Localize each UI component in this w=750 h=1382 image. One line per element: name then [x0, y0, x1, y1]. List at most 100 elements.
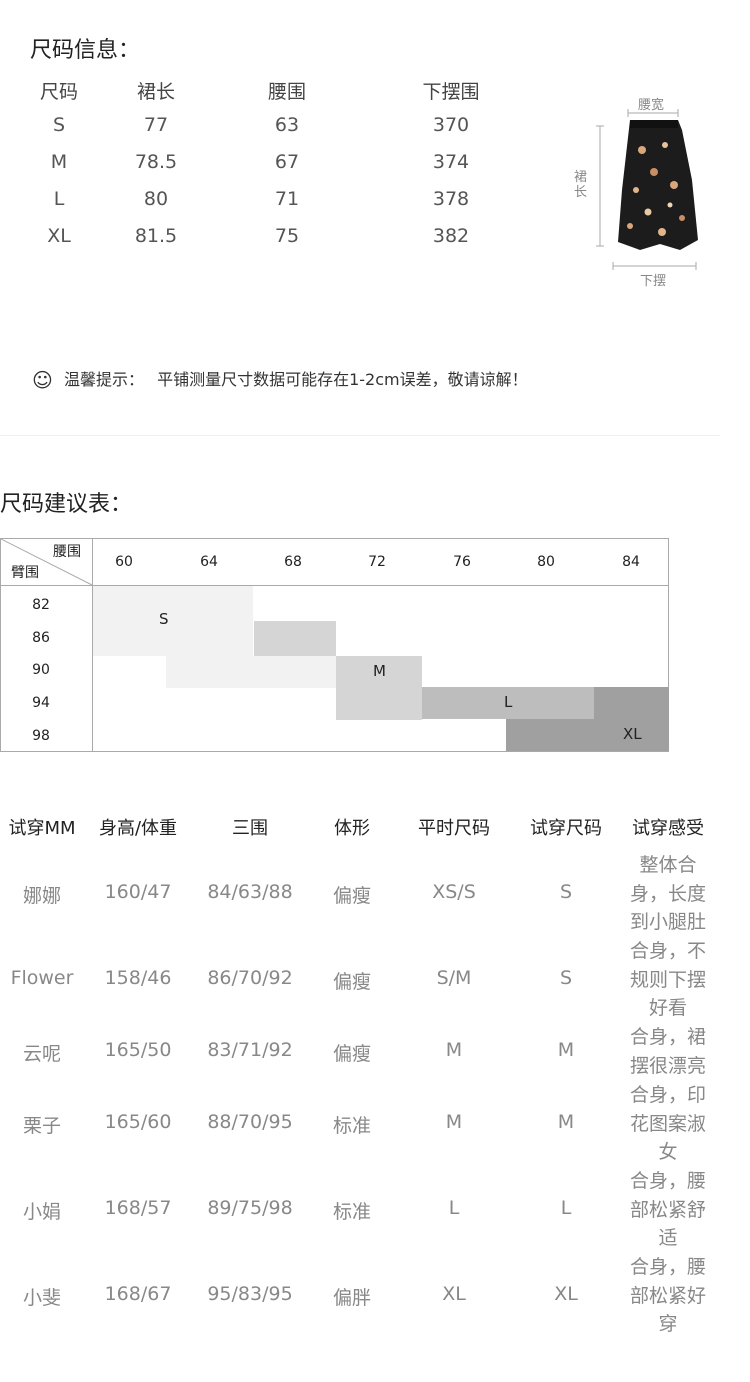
- cell-waist: 75: [274, 225, 300, 247]
- feel-line: 合身，印: [629, 1084, 706, 1106]
- size-label-xl: XL: [623, 725, 642, 743]
- tryon-shape: 偏胖: [332, 1287, 371, 1309]
- tryon-tried: M: [557, 1111, 575, 1133]
- size-label-s: S: [159, 610, 169, 628]
- cell-hem: 374: [432, 151, 470, 173]
- tryon-name: 小娟: [22, 1201, 61, 1223]
- tryon-header-usual: 平时尺码: [418, 818, 490, 839]
- cell-length: 77: [143, 114, 169, 136]
- tryon-header-shape: 体形: [334, 818, 370, 839]
- row-header: 90: [32, 662, 50, 678]
- size-block-s: [93, 586, 253, 656]
- col-header: 76: [453, 554, 471, 570]
- size-block-xl-top: [594, 687, 669, 719]
- cell-size: L: [53, 188, 65, 210]
- row-header: 94: [32, 695, 50, 711]
- cell-size: XL: [47, 225, 71, 247]
- feel-line: 合身，腰: [629, 1170, 706, 1192]
- tryon-name: Flower: [10, 967, 74, 989]
- grid-header: [1, 539, 668, 586]
- col-header: 64: [200, 554, 218, 570]
- cell-waist: 71: [274, 188, 300, 210]
- feel-line: 好看: [648, 997, 687, 1019]
- tryon-name: 小斐: [22, 1287, 61, 1309]
- tryon-feel: 合身，不 规则下摆 好看: [622, 937, 714, 1023]
- tryon-bwh: 83/71/92: [207, 1039, 293, 1061]
- col-header: 84: [622, 554, 640, 570]
- tryon-feel: 合身，印 花图案淑 女: [622, 1081, 714, 1167]
- recommend-title: 尺码建议表：: [0, 492, 133, 517]
- tryon-hw: 160/47: [104, 881, 172, 903]
- feel-line: 穿: [658, 1313, 678, 1335]
- tryon-tried: S: [559, 967, 573, 989]
- cell-hem: 370: [432, 114, 470, 136]
- header-length: 裙长: [136, 81, 175, 103]
- cell-length: 81.5: [134, 225, 178, 247]
- row-header: 82: [32, 597, 50, 613]
- col-header: 68: [284, 554, 302, 570]
- table-row: XL 81.5 75 382: [0, 225, 560, 262]
- feel-line: 整体合: [639, 854, 697, 876]
- feel-line: 部松紧好: [629, 1284, 706, 1307]
- col-header: 72: [368, 554, 386, 570]
- feel-line: 合身，裙: [629, 1026, 706, 1048]
- tryon-tried: S: [559, 881, 573, 903]
- header-waist: 腰围: [267, 81, 306, 103]
- col-header: 80: [537, 554, 555, 570]
- size-recommend-grid: 腰围 臂围 60 64 68 72 76 80 84 82 86 90 94 9…: [0, 538, 669, 752]
- size-info-title: 尺码信息：: [30, 38, 141, 63]
- cell-size: M: [50, 151, 68, 173]
- tryon-bwh: 95/83/95: [207, 1283, 293, 1305]
- tryon-name: 栗子: [22, 1115, 61, 1137]
- tryon-bwh: 88/70/95: [207, 1111, 293, 1133]
- header-hem: 下摆围: [422, 81, 480, 103]
- tryon-usual: M: [445, 1111, 463, 1133]
- cell-length: 80: [143, 188, 169, 210]
- size-block-s-2: [166, 656, 336, 688]
- corner-waist-label: 腰围: [53, 544, 81, 560]
- tryon-hw: 158/46: [104, 967, 172, 989]
- table-row: S 77 63 370: [0, 114, 560, 151]
- skirt-diagram: 腰宽 裙长 下摆: [570, 90, 710, 290]
- table-row: L 80 71 378: [0, 188, 560, 225]
- cell-hem: 382: [432, 225, 470, 247]
- cell-waist: 63: [274, 114, 300, 136]
- size-info-header-row: 尺码 裙长 腰围 下摆围: [0, 77, 560, 114]
- tryon-hw: 168/57: [104, 1197, 172, 1219]
- feel-line: 女: [658, 1141, 678, 1163]
- cell-hem: 378: [432, 188, 470, 210]
- header-size: 尺码: [39, 81, 78, 103]
- tip-line: ☺ 温馨提示： 平铺测量尺寸数据可能存在1-2cm误差，敬请谅解！: [32, 366, 528, 392]
- feel-line: 摆很漂亮: [629, 1054, 706, 1077]
- tryon-shape: 偏瘦: [332, 971, 371, 993]
- tryon-bwh: 89/75/98: [207, 1197, 293, 1219]
- section-divider: [0, 435, 720, 436]
- tryon-header-feel: 试穿感受: [632, 818, 704, 839]
- tryon-hw: 168/67: [104, 1283, 172, 1305]
- corner-arm-label: 臂围: [11, 565, 39, 581]
- row-header: 86: [32, 630, 50, 646]
- tryon-shape: 标准: [332, 1115, 371, 1137]
- cell-size: S: [52, 114, 66, 136]
- tryon-hw: 165/60: [104, 1111, 172, 1133]
- col-header: 60: [115, 554, 133, 570]
- tryon-shape: 偏瘦: [332, 1043, 371, 1065]
- tryon-feel: 合身，裙 摆很漂亮: [622, 1023, 714, 1080]
- size-block-xl: [506, 719, 669, 751]
- tryon-shape: 偏瘦: [332, 885, 371, 907]
- feel-line: 花图案淑: [629, 1112, 706, 1135]
- row-header: 98: [32, 728, 50, 744]
- tryon-hw: 165/50: [104, 1039, 172, 1061]
- tryon-feel: 合身，腰 部松紧好 穿: [622, 1253, 714, 1339]
- tryon-bwh: 86/70/92: [207, 967, 293, 989]
- tryon-usual: L: [448, 1197, 460, 1219]
- tip-text: 平铺测量尺寸数据可能存在1-2cm误差，敬请谅解！: [157, 370, 528, 389]
- feel-line: 适: [658, 1227, 678, 1249]
- tryon-usual: XL: [442, 1283, 466, 1305]
- tryon-feel: 整体合 身，长度 到小腿肚: [622, 851, 714, 937]
- tryon-shape: 标准: [332, 1201, 371, 1223]
- tryon-header-tried: 试穿尺码: [530, 818, 602, 839]
- feel-line: 部松紧舒: [629, 1198, 706, 1221]
- smiley-icon: ☺: [32, 368, 53, 392]
- tryon-name: 娜娜: [22, 885, 61, 907]
